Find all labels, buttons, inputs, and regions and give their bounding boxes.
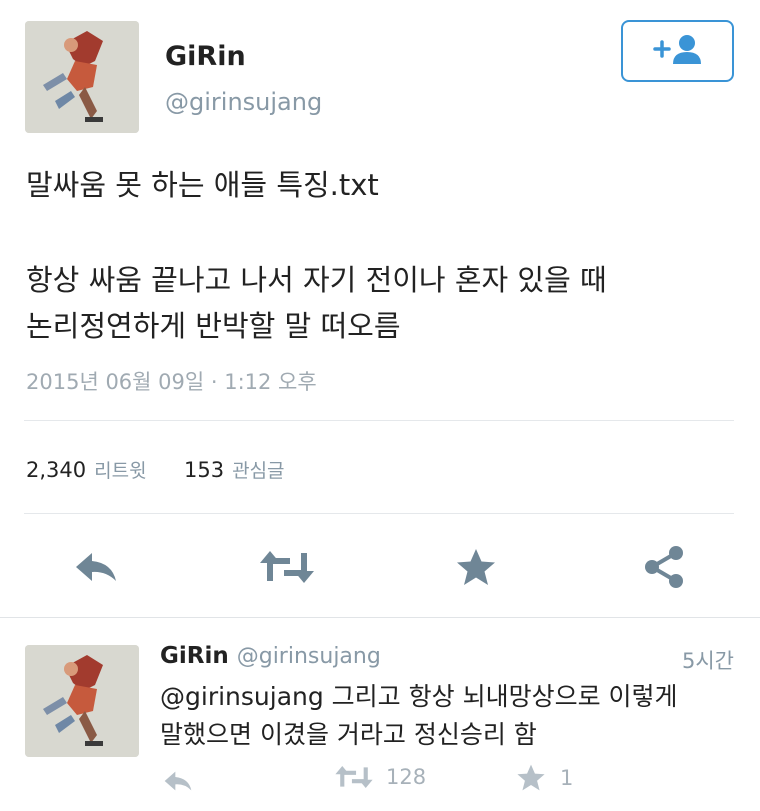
retweets-count: 2,340 xyxy=(26,458,87,482)
tweet-date: 2015년 06월 09일 · 1:12 오후 xyxy=(26,370,317,394)
share-button[interactable] xyxy=(640,543,688,591)
author-handle[interactable]: @girinsujang xyxy=(165,88,322,116)
section-divider xyxy=(0,617,760,618)
like-button[interactable] xyxy=(452,544,500,590)
reply-timestamp: 5시간 xyxy=(681,649,734,673)
reply-mention-link[interactable]: @girinsujang xyxy=(160,682,324,711)
tweet-text-line-3: 논리정연하게 반박할 말 떠오름 xyxy=(26,309,401,343)
reply-reply-button[interactable] xyxy=(160,766,196,796)
reply-retweet-button[interactable]: 128 xyxy=(334,764,426,790)
likes-count: 153 xyxy=(184,458,225,482)
follow-button[interactable] xyxy=(621,20,734,82)
star-icon xyxy=(517,764,545,791)
reply-author-handle[interactable]: @girinsujang xyxy=(237,644,381,669)
reply-like-button[interactable]: 1 xyxy=(516,763,573,792)
author-name[interactable]: GiRin xyxy=(165,41,246,72)
divider xyxy=(24,513,734,514)
reply-text-line-2: 말했으면 이겼을 거라고 정신승리 함 xyxy=(160,720,537,749)
retweet-icon xyxy=(260,551,314,583)
share-icon xyxy=(645,546,683,588)
reply-text-rest: 그리고 항상 뇌내망상으로 이렇게 xyxy=(323,682,678,711)
author-avatar[interactable] xyxy=(25,21,139,133)
reply-like-count: 1 xyxy=(560,765,574,790)
divider xyxy=(24,420,734,421)
reply-icon xyxy=(164,771,192,791)
reply-icon xyxy=(76,553,116,581)
add-user-icon xyxy=(649,32,707,70)
likes-stat[interactable]: 153 관심글 xyxy=(184,456,285,483)
retweet-button[interactable] xyxy=(256,545,318,589)
reply-retweet-count: 128 xyxy=(386,765,427,789)
reply-text-line-1: @girinsujang 그리고 항상 뇌내망상으로 이렇게 xyxy=(160,678,678,716)
retweets-label: 리트윗 xyxy=(94,460,147,482)
tweet-text-line-2: 항상 싸움 끝나고 나서 자기 전이나 혼자 있을 때 xyxy=(26,263,607,297)
reply-button[interactable] xyxy=(68,545,124,589)
star-icon xyxy=(457,549,495,585)
likes-label: 관심글 xyxy=(232,460,285,482)
retweet-icon xyxy=(335,765,373,789)
reply-author-name[interactable]: GiRin xyxy=(160,643,229,669)
retweets-stat[interactable]: 2,340 리트윗 xyxy=(26,456,147,483)
reply-header: GiRin @girinsujang xyxy=(160,643,381,669)
tweet-text-line-1: 말싸움 못 하는 애들 특징.txt xyxy=(26,168,379,202)
reply-author-avatar[interactable] xyxy=(25,645,139,757)
